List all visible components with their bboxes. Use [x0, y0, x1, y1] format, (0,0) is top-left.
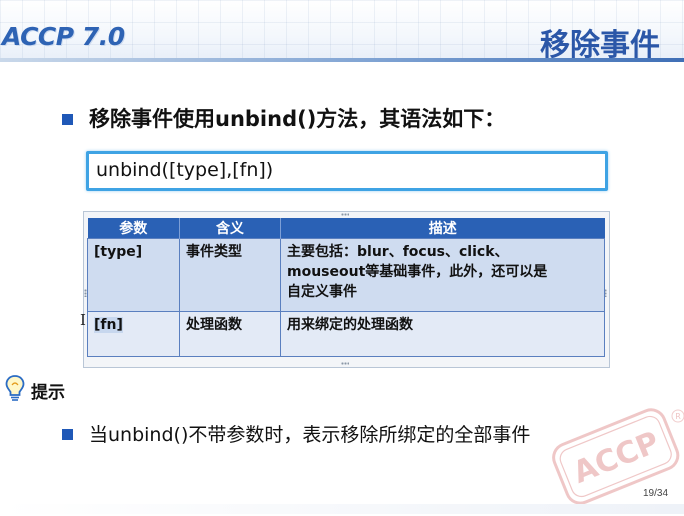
param-meaning: 处理函数 — [186, 317, 242, 333]
lightbulb-icon — [5, 375, 25, 401]
table-cell-meaning[interactable]: 处理函数 — [179, 311, 281, 357]
bullet-text: 移除事件使用unbind()方法，其语法如下： — [89, 107, 506, 131]
params-table: 参数 含义 描述 [type] 事件类型 主要包括：blur、focus、cli… — [87, 218, 605, 357]
table-cell-meaning[interactable]: 事件类型 — [179, 238, 281, 312]
text-cursor-icon: I — [80, 311, 86, 329]
svg-text:R: R — [675, 412, 681, 421]
bullet-square-icon — [62, 114, 73, 125]
description-line: mouseout等基础事件，此外，还可以是 — [287, 264, 548, 280]
page-number: 19/34 — [643, 488, 669, 499]
table-cell-description[interactable]: 用来绑定的处理函数 — [280, 311, 605, 357]
table-row: [fn] 处理函数 用来绑定的处理函数 — [87, 311, 605, 357]
tip-label: 提示 — [31, 383, 65, 403]
description-line: 自定义事件 — [287, 284, 357, 300]
table-header-param: 参数 — [87, 218, 180, 239]
accp-logo: ACCP 7.0 — [2, 22, 125, 51]
table-cell-param[interactable]: [type] — [87, 238, 180, 312]
table-header-meaning: 含义 — [179, 218, 281, 239]
slide-header: ACCP 7.0 移除事件 — [0, 0, 684, 62]
table-cell-description[interactable]: 主要包括：blur、focus、click、 mouseout等基础事件，此外，… — [280, 238, 605, 312]
table-cell-param[interactable]: [fn] — [87, 311, 180, 357]
table-row: [type] 事件类型 主要包括：blur、focus、click、 mouse… — [87, 238, 605, 312]
param-meaning: 事件类型 — [186, 244, 242, 260]
resize-handle-top[interactable] — [341, 213, 349, 216]
description-line: 用来绑定的处理函数 — [287, 317, 413, 333]
footer-strip — [0, 504, 684, 514]
header-divider — [0, 58, 684, 62]
slide-title: 移除事件 — [540, 28, 660, 62]
table-header-description: 描述 — [280, 218, 605, 239]
syntax-box: unbind([type],[fn]) — [86, 151, 608, 191]
description-line: 主要包括：blur、focus、click、 — [287, 244, 509, 260]
syntax-code: unbind([type],[fn]) — [96, 159, 274, 181]
param-name: [type] — [94, 244, 143, 260]
bullet-square-icon — [62, 429, 73, 440]
param-name-selected: [fn] — [94, 317, 123, 333]
bullet-text: 当unbind()不带参数时，表示移除所绑定的全部事件 — [89, 424, 531, 446]
resize-handle-bottom[interactable] — [341, 362, 349, 365]
